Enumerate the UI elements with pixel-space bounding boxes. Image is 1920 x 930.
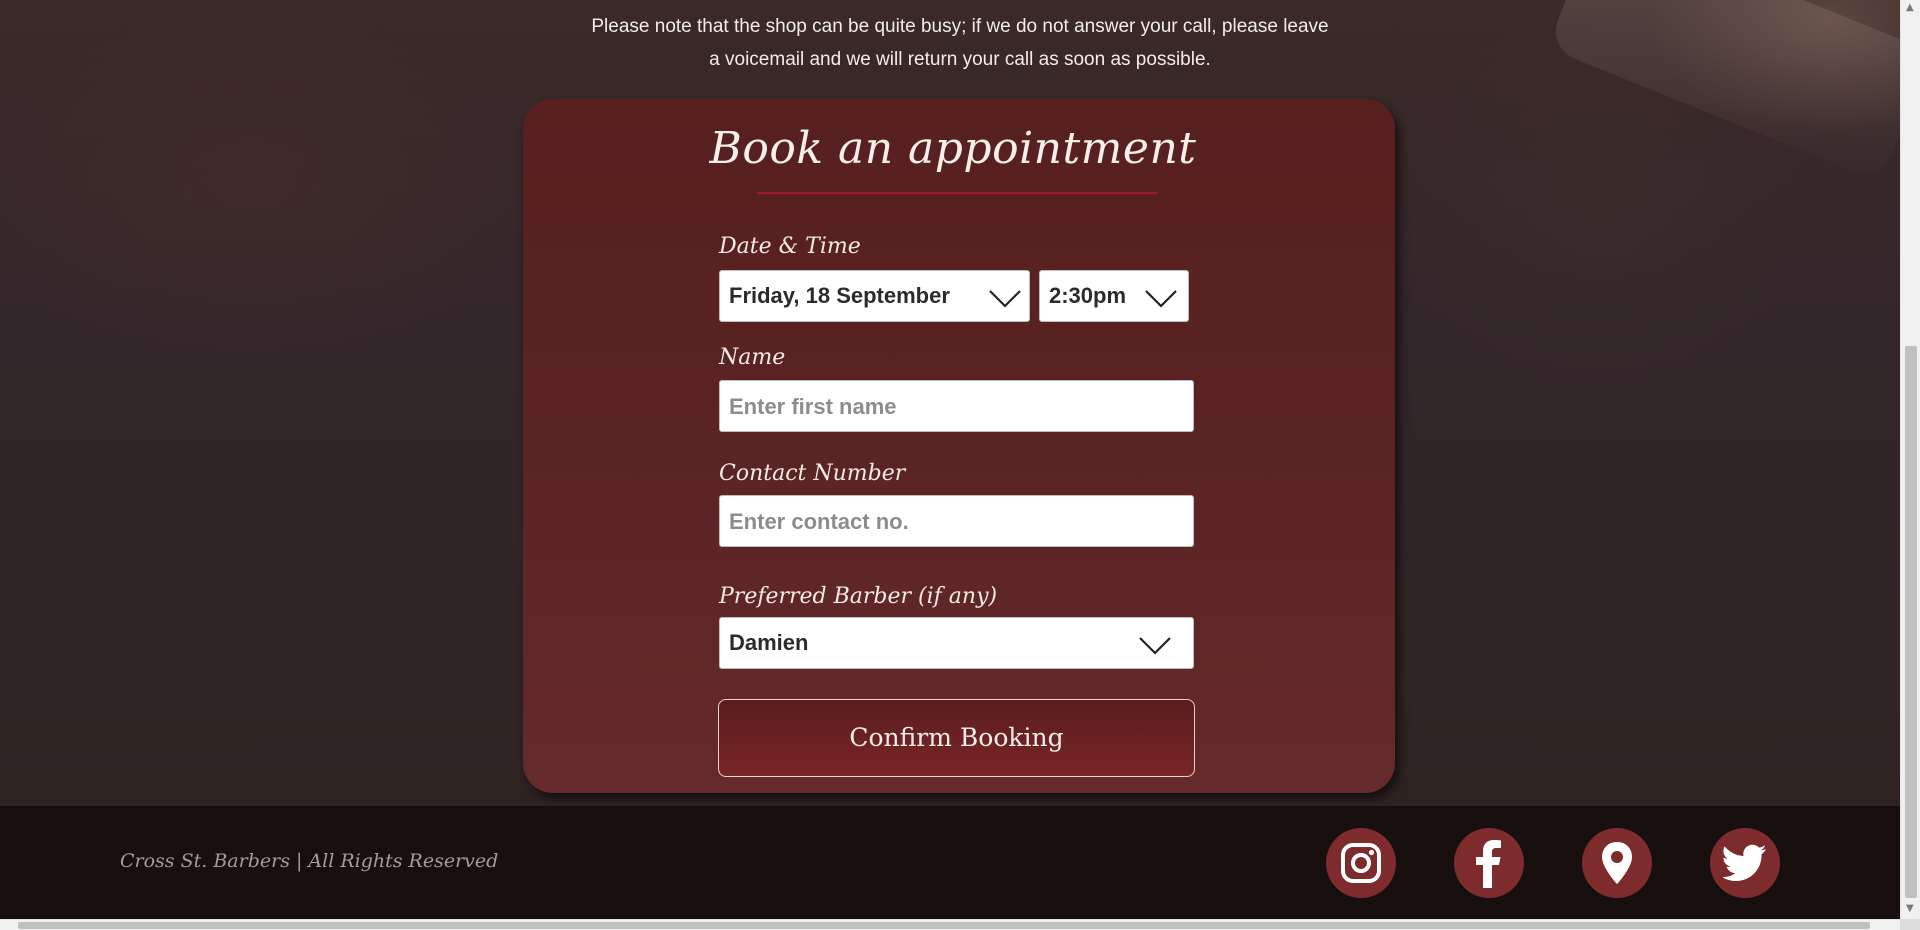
- instagram-link[interactable]: [1326, 828, 1396, 898]
- first-name-input[interactable]: Enter first name: [719, 380, 1194, 432]
- notice-line-1: Please note that the shop can be quite b…: [591, 16, 1329, 37]
- time-select[interactable]: 2:30pm: [1039, 270, 1189, 322]
- chevron-down-icon: [1145, 290, 1177, 308]
- notice-line-2: a voicemail and we will return your call…: [709, 49, 1211, 70]
- contact-number-placeholder: Enter contact no.: [729, 509, 909, 534]
- barber-label: Preferred Barber (if any): [719, 584, 998, 609]
- horizontal-scroll-thumb[interactable]: [18, 922, 1870, 929]
- datetime-label: Date & Time: [719, 234, 861, 259]
- scroll-down-icon[interactable]: ▼: [1906, 903, 1914, 914]
- confirm-booking-button[interactable]: Confirm Booking: [718, 699, 1195, 777]
- scrollbar-corner: [1900, 919, 1920, 930]
- booking-title: Book an appointment: [709, 123, 1197, 174]
- footer: Cross St. Barbers | All Rights Reserved: [0, 806, 1900, 919]
- time-select-value: 2:30pm: [1049, 283, 1127, 308]
- location-link[interactable]: [1582, 828, 1652, 898]
- contact-label: Contact Number: [719, 461, 906, 486]
- instagram-icon: [1341, 843, 1381, 883]
- barber-select[interactable]: Damien: [719, 617, 1194, 669]
- scroll-up-icon[interactable]: ▲: [1906, 2, 1914, 13]
- first-name-placeholder: Enter first name: [729, 394, 897, 419]
- vertical-scroll-thumb[interactable]: [1905, 346, 1917, 898]
- chevron-down-icon: [989, 290, 1021, 308]
- horizontal-scrollbar[interactable]: [0, 919, 1900, 930]
- name-label: Name: [719, 345, 786, 370]
- twitter-icon: [1723, 844, 1766, 881]
- chevron-down-icon: [1139, 637, 1171, 655]
- booking-card: Book an appointment Date & Time Friday, …: [523, 99, 1395, 793]
- title-underline: [757, 192, 1157, 194]
- map-pin-icon: [1602, 842, 1632, 884]
- date-select-value: Friday, 18 September: [729, 283, 950, 308]
- facebook-link[interactable]: [1454, 828, 1524, 898]
- vertical-scrollbar[interactable]: ▲ ▼: [1900, 0, 1920, 919]
- date-select[interactable]: Friday, 18 September: [719, 270, 1030, 322]
- twitter-link[interactable]: [1710, 828, 1780, 898]
- contact-number-input[interactable]: Enter contact no.: [719, 495, 1194, 547]
- call-notice: Please note that the shop can be quite b…: [560, 10, 1360, 76]
- facebook-icon: [1476, 840, 1501, 888]
- copyright-text: Cross St. Barbers | All Rights Reserved: [120, 850, 499, 872]
- barber-select-value: Damien: [729, 630, 809, 655]
